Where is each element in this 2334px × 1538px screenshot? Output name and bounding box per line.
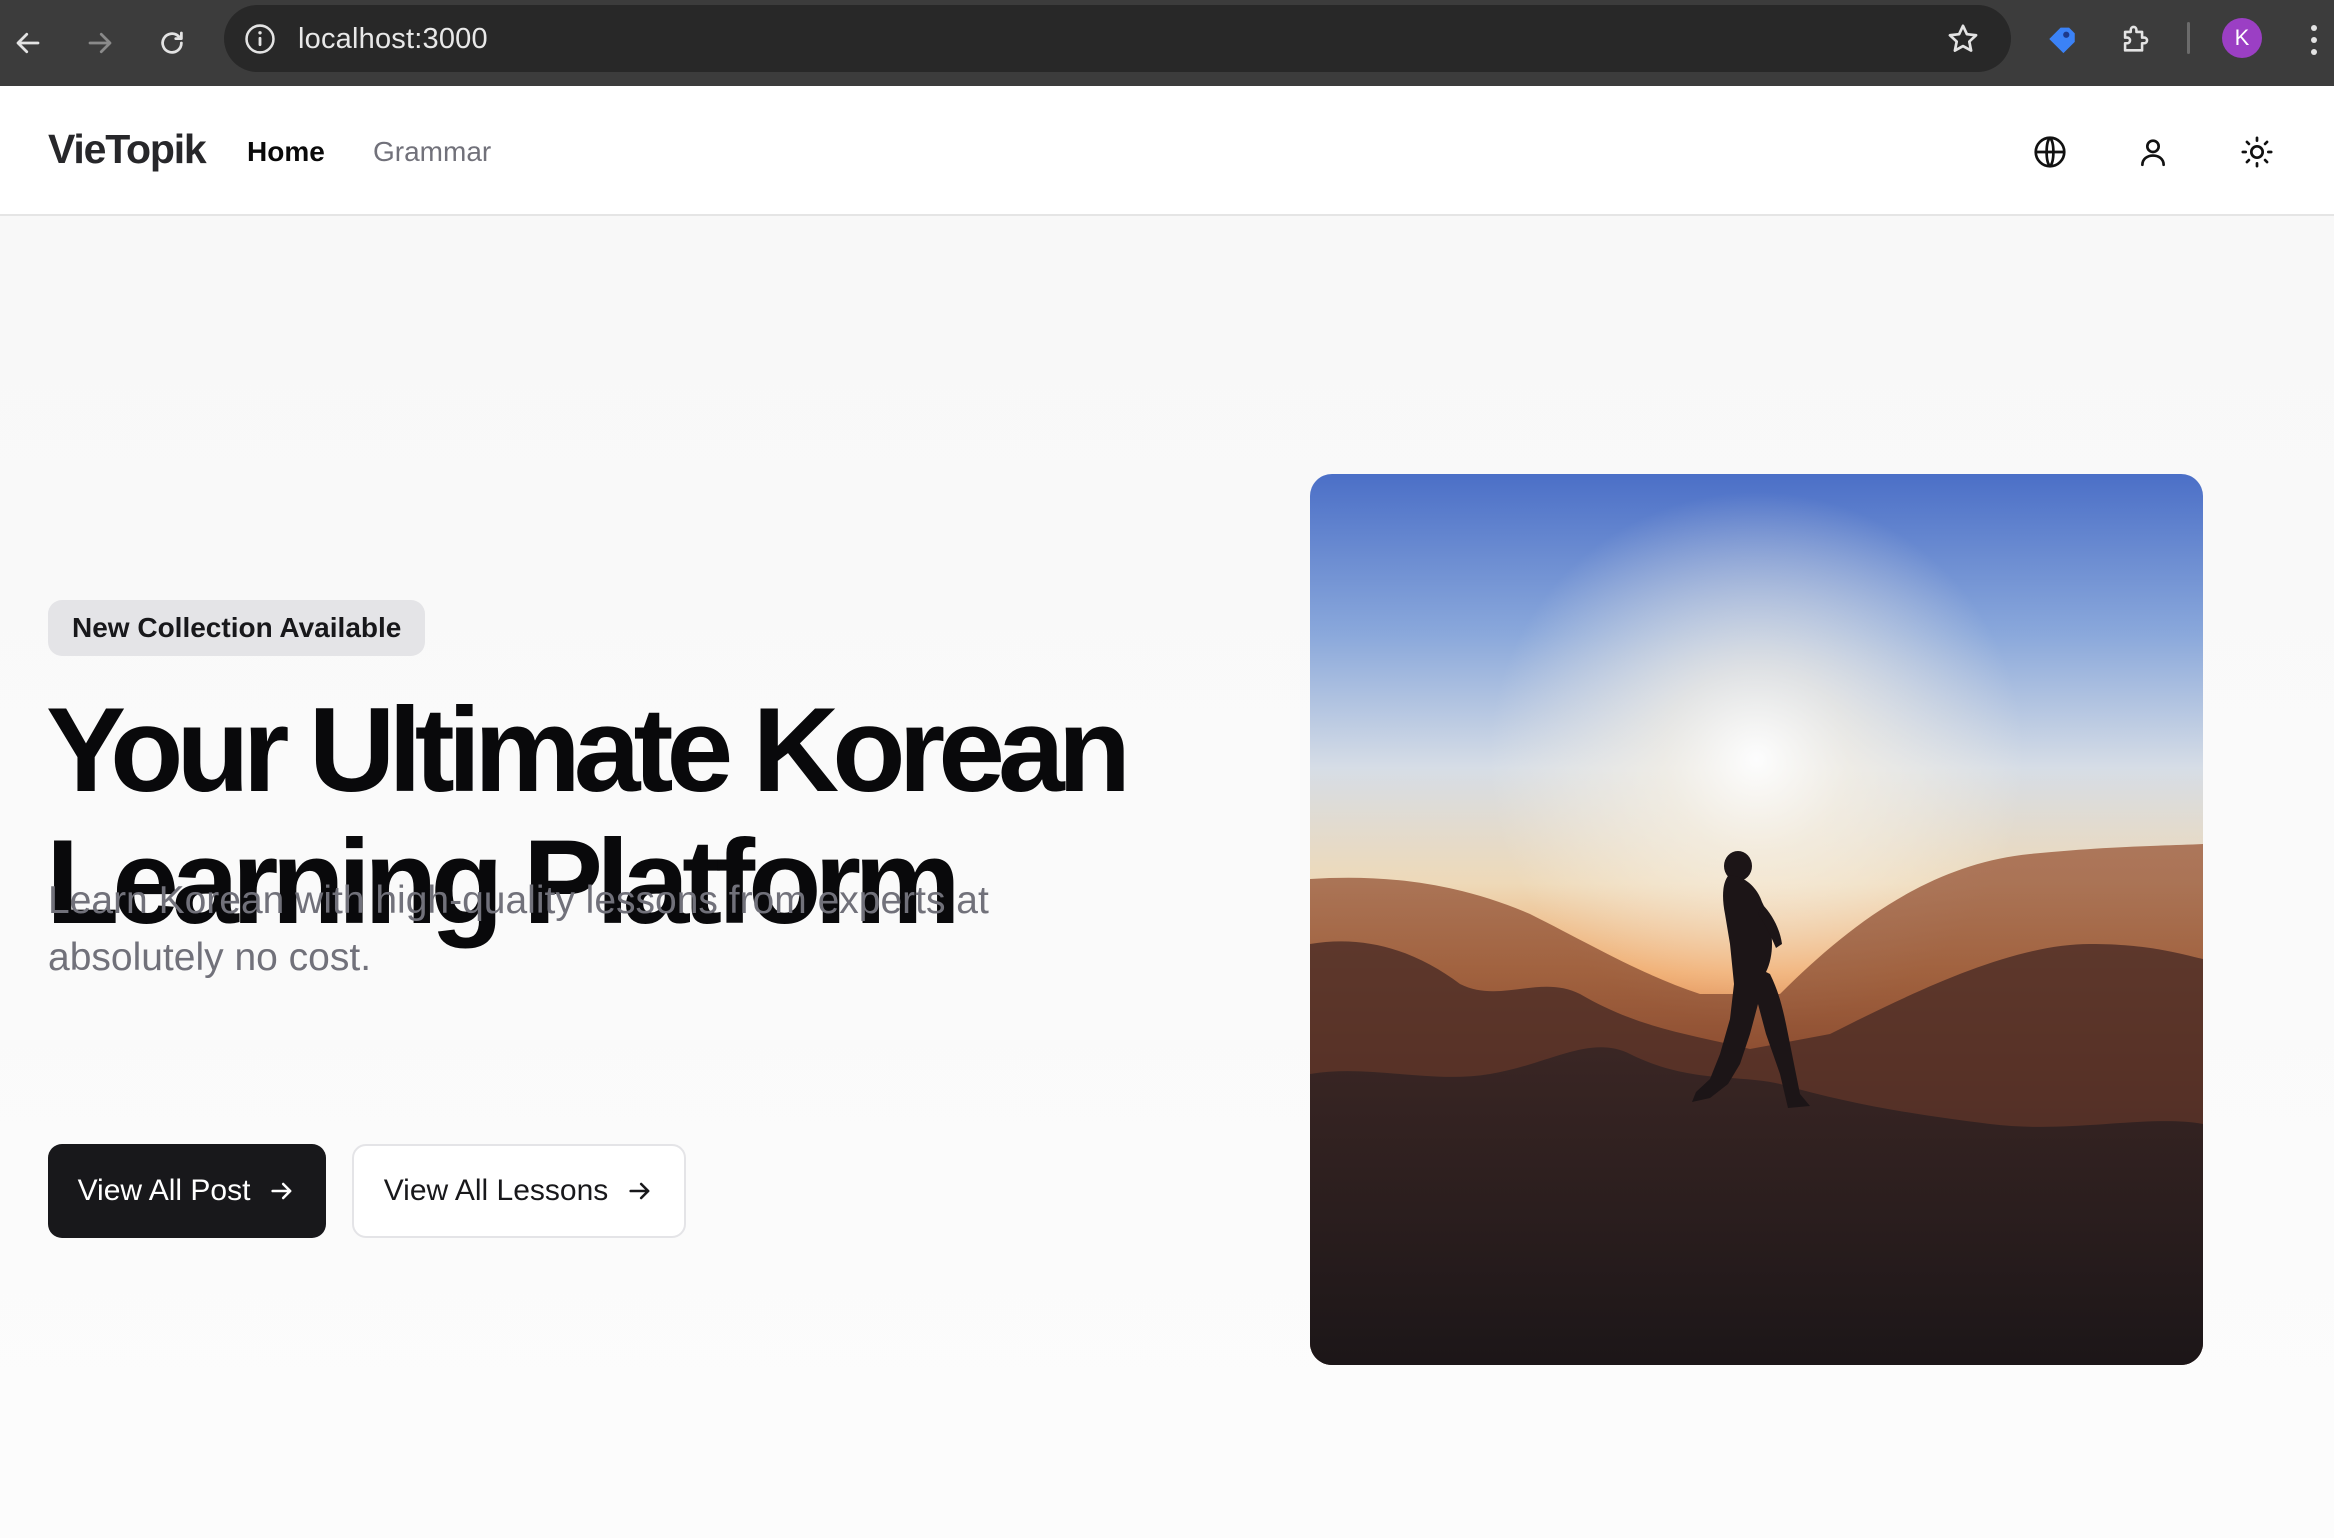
hero-subtitle-line-1: Learn Korean with high-quality lessons f… (48, 879, 989, 922)
hero-subtitle-line-2: absolutely no cost. (48, 936, 372, 979)
hero-image (1310, 474, 2203, 1365)
view-all-lessons-label: View All Lessons (383, 1174, 609, 1207)
profile-avatar[interactable]: K (2222, 18, 2262, 58)
back-arrow-icon[interactable] (5, 20, 51, 66)
user-icon[interactable] (2131, 130, 2175, 174)
puzzle-icon[interactable] (2113, 17, 2157, 61)
globe-icon[interactable] (2028, 130, 2072, 174)
nav-link-grammar[interactable]: Grammar (373, 136, 491, 168)
toolbar-separator (2187, 22, 2190, 54)
star-icon[interactable] (1945, 21, 1981, 57)
arrow-right-icon (629, 1182, 650, 1200)
more-vert-icon[interactable] (2302, 18, 2326, 62)
hero-section: New Collection Available Your Ultimate K… (0, 216, 2334, 1538)
info-icon[interactable] (243, 22, 277, 56)
url-text[interactable]: localhost:3000 (298, 23, 488, 56)
nav-link-home[interactable]: Home (247, 136, 325, 168)
view-all-lessons-button[interactable]: View All Lessons (352, 1144, 686, 1238)
reload-icon[interactable] (149, 20, 195, 66)
address-bar[interactable]: localhost:3000 (224, 5, 2011, 72)
sun-icon[interactable] (2235, 130, 2279, 174)
site-logo[interactable]: VieTopik (48, 126, 207, 173)
arrow-right-icon (271, 1182, 292, 1200)
extension-tag-icon[interactable] (2040, 17, 2084, 61)
view-all-post-button[interactable]: View All Post (48, 1144, 326, 1238)
hero-title-line-1: Your Ultimate Korean (46, 683, 1131, 817)
forward-arrow-icon[interactable] (77, 20, 123, 66)
hero-subtitle: Learn Korean with high-quality lessons f… (48, 872, 1108, 986)
view-all-post-label: View All Post (77, 1174, 251, 1207)
site-header: VieTopik Home Grammar (0, 86, 2334, 216)
browser-toolbar: localhost:3000 K (0, 0, 2334, 86)
new-collection-badge: New Collection Available (48, 600, 426, 656)
